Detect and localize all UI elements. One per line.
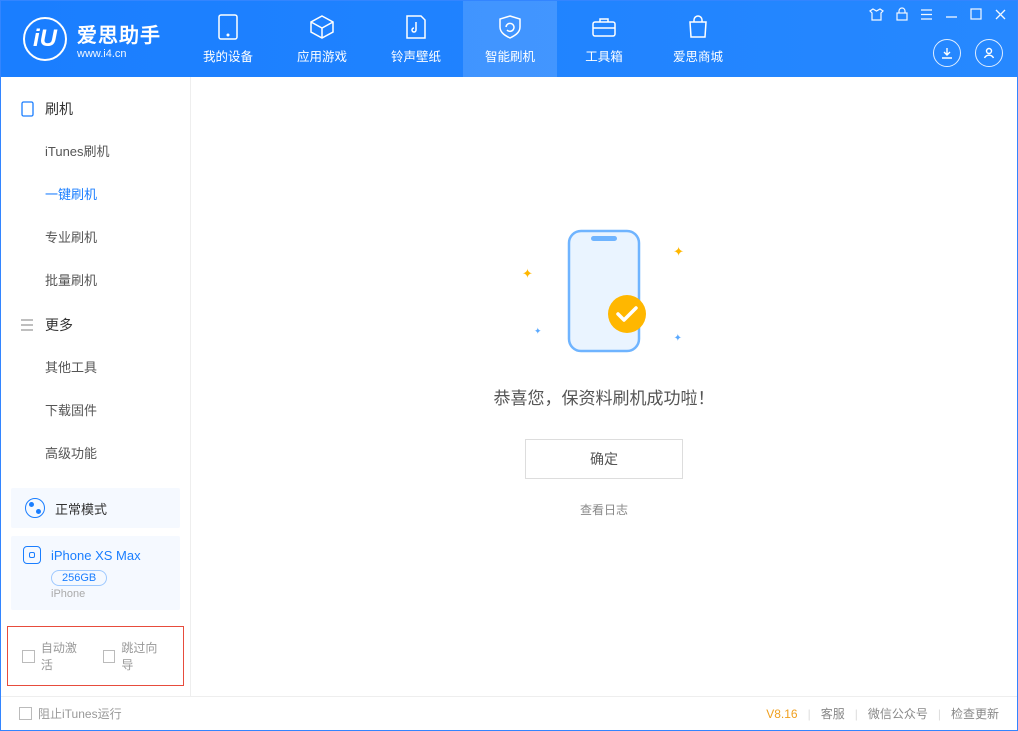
options-row: 自动激活 跳过向导 [7,626,184,686]
view-log-link[interactable]: 查看日志 [580,501,628,518]
tab-smart-flash[interactable]: 智能刷机 [463,1,557,77]
menu-icon[interactable] [920,7,933,21]
checkbox-auto-activate[interactable]: 自动激活 [22,639,89,673]
success-illustration: ✦ ✦ ✦ ✦ [504,216,704,366]
toolbox-icon [590,14,618,40]
device-card[interactable]: iPhone XS Max 256GB iPhone [11,536,180,610]
tab-label: 爱思商城 [673,46,723,65]
checkbox-icon [103,650,116,663]
logo-block: iU 爱思助手 www.i4.cn [1,1,181,77]
minimize-button[interactable] [945,7,958,21]
footer-left: 阻止iTunes运行 [19,705,122,722]
success-block: ✦ ✦ ✦ ✦ 恭喜您，保资料刷机成功啦！ 确定 查看日志 [494,216,715,518]
title-controls [869,7,1007,21]
group-title: 更多 [45,315,73,335]
sidebar-item-pro-flash[interactable]: 专业刷机 [1,215,190,258]
mode-icon [25,498,45,518]
logo-icon: iU [23,17,67,61]
checkbox-label: 跳过向导 [121,639,169,673]
phone-icon [19,101,35,117]
header-actions [933,39,1003,67]
check-update-link[interactable]: 检查更新 [951,705,999,722]
device-type: iPhone [51,588,168,600]
app-name: 爱思助手 [77,19,161,48]
sidebar-group-more: 更多 [1,301,190,345]
tab-label: 智能刷机 [485,46,535,65]
sparkle-icon: ✦ [522,266,533,282]
sidebar-item-oneclick-flash[interactable]: 一键刷机 [1,172,190,215]
sidebar-item-batch-flash[interactable]: 批量刷机 [1,258,190,301]
checkbox-skip-guide[interactable]: 跳过向导 [103,639,170,673]
mode-label: 正常模式 [55,499,107,518]
phone-success-icon [559,226,649,356]
close-button[interactable] [994,7,1007,21]
wechat-link[interactable]: 微信公众号 [868,705,928,722]
sidebar-item-other-tools[interactable]: 其他工具 [1,345,190,388]
tab-label: 应用游戏 [297,46,347,65]
header: iU 爱思助手 www.i4.cn 我的设备 应用游戏 [1,1,1017,77]
sparkle-icon: ✦ [673,244,684,260]
list-icon [19,317,35,333]
main-tabs: 我的设备 应用游戏 铃声壁纸 智能刷机 [181,1,745,77]
cube-icon [308,14,336,40]
checkbox-label: 自动激活 [41,639,89,673]
lock-icon[interactable] [896,7,908,21]
device-capacity: 256GB [51,570,107,586]
group-title: 刷机 [45,99,73,119]
version-label: V8.16 [766,707,797,721]
checkbox-label: 阻止iTunes运行 [38,705,122,722]
sidebar-group-flash: 刷机 [1,85,190,129]
app-url: www.i4.cn [77,48,161,60]
footer: 阻止iTunes运行 V8.16 | 客服 | 微信公众号 | 检查更新 [1,696,1017,730]
support-link[interactable]: 客服 [821,705,845,722]
refresh-shield-icon [496,14,524,40]
sidebar: 刷机 iTunes刷机 一键刷机 专业刷机 批量刷机 更多 其他工具 下载固件 … [1,77,191,696]
body: 刷机 iTunes刷机 一键刷机 专业刷机 批量刷机 更多 其他工具 下载固件 … [1,77,1017,696]
maximize-button[interactable] [970,7,982,21]
tab-store[interactable]: 爱思商城 [651,1,745,77]
tab-toolbox[interactable]: 工具箱 [557,1,651,77]
mode-status[interactable]: 正常模式 [11,488,180,528]
device-name: iPhone XS Max [51,548,141,563]
confirm-button[interactable]: 确定 [525,439,683,479]
success-message: 恭喜您，保资料刷机成功啦！ [494,384,715,409]
tab-my-device[interactable]: 我的设备 [181,1,275,77]
music-file-icon [402,14,430,40]
tab-apps-games[interactable]: 应用游戏 [275,1,369,77]
device-icon [214,14,242,40]
content: ✦ ✦ ✦ ✦ 恭喜您，保资料刷机成功啦！ 确定 查看日志 [191,77,1017,696]
checkbox-icon [22,650,35,663]
checkbox-icon [19,707,32,720]
shirt-icon[interactable] [869,7,884,21]
tab-label: 铃声壁纸 [391,46,441,65]
sidebar-item-advanced[interactable]: 高级功能 [1,431,190,474]
profile-button[interactable] [975,39,1003,67]
tab-label: 我的设备 [203,46,253,65]
sparkle-icon: ✦ [674,333,682,344]
tab-ringtones-wallpapers[interactable]: 铃声壁纸 [369,1,463,77]
footer-right: V8.16 | 客服 | 微信公众号 | 检查更新 [766,705,999,722]
app-window: iU 爱思助手 www.i4.cn 我的设备 应用游戏 [0,0,1018,731]
bag-icon [684,14,712,40]
device-phone-icon [23,546,41,564]
sidebar-item-itunes-flash[interactable]: iTunes刷机 [1,129,190,172]
checkbox-block-itunes[interactable]: 阻止iTunes运行 [19,705,122,722]
sidebar-item-download-firmware[interactable]: 下载固件 [1,388,190,431]
download-button[interactable] [933,39,961,67]
sparkle-icon: ✦ [534,326,542,337]
tab-label: 工具箱 [585,46,623,65]
